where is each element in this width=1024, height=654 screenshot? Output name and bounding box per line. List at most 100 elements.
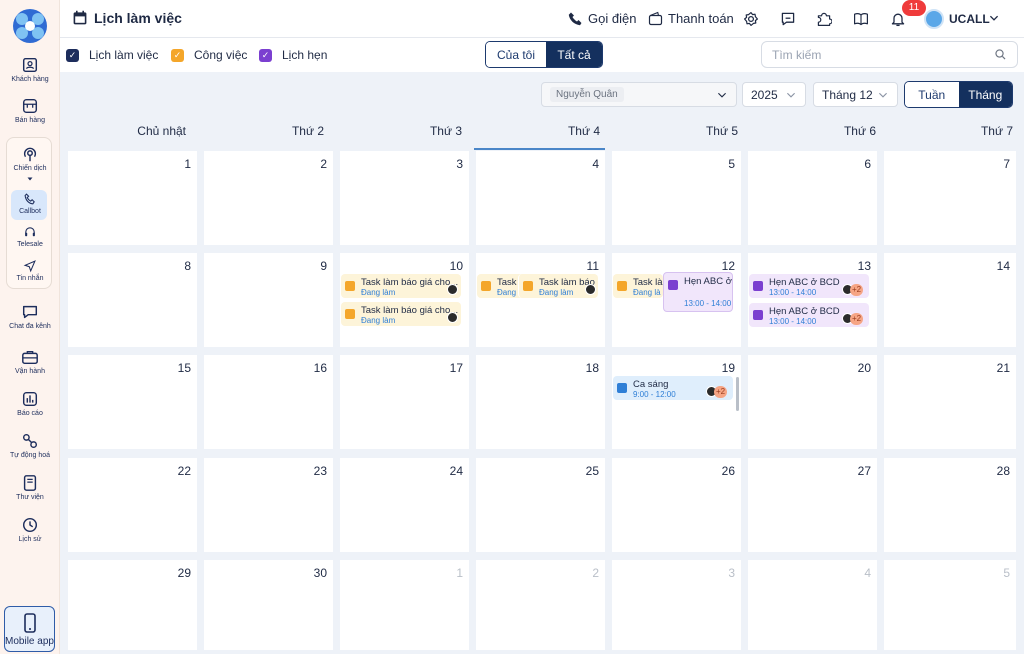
- day-cell[interactable]: 25: [476, 458, 605, 552]
- day-cell[interactable]: 8: [68, 253, 197, 347]
- mobile-app-button[interactable]: Mobile app: [4, 606, 55, 652]
- scope-all-button[interactable]: Tất cả: [546, 42, 602, 67]
- task-event[interactable]: Task làm báo giá cho... Đang làm: [341, 302, 461, 326]
- appointment-event[interactable]: Hẹn ABC ở BCD 13:00 - 14:00 +2: [749, 274, 869, 298]
- task-event[interactable]: Task làm báo giá cho... Đang làm: [341, 274, 461, 298]
- store-icon: [22, 98, 38, 114]
- task-icon: [523, 281, 533, 291]
- scope-mine-button[interactable]: Của tôi: [486, 42, 546, 67]
- caret-down-icon[interactable]: [25, 174, 35, 184]
- event-title: Task là: [633, 277, 663, 288]
- day-cell[interactable]: 23: [204, 458, 333, 552]
- day-cell[interactable]: 21: [884, 355, 1016, 449]
- day-number: 30: [313, 566, 327, 580]
- sidebar-item-automation[interactable]: Tự động hoá: [4, 432, 56, 459]
- day-cell[interactable]: 1: [68, 151, 197, 245]
- call-button[interactable]: Gọi điện: [568, 11, 636, 26]
- settings-icon[interactable]: [743, 11, 759, 27]
- day-cell[interactable]: 19: [612, 355, 741, 449]
- view-week-button[interactable]: Tuần: [905, 82, 959, 107]
- view-month-button[interactable]: Tháng: [958, 82, 1012, 107]
- day-cell[interactable]: 18: [476, 355, 605, 449]
- video-icon: [668, 280, 678, 290]
- sidebar-item-library[interactable]: Thư viện: [4, 474, 56, 501]
- extra-attendees-badge: +2: [850, 284, 864, 296]
- wallet-icon: [648, 11, 663, 26]
- filter-work-schedule[interactable]: ✓ Lịch làm việc: [66, 48, 158, 62]
- day-cell[interactable]: 9: [204, 253, 333, 347]
- day-cell[interactable]: 11: [476, 253, 605, 347]
- sidebar-item-customers[interactable]: Khách hàng: [4, 56, 56, 83]
- day-cell[interactable]: 6: [748, 151, 877, 245]
- day-cell[interactable]: 30: [204, 560, 333, 650]
- day-cell[interactable]: 26: [612, 458, 741, 552]
- day-cell[interactable]: 7: [884, 151, 1016, 245]
- day-cell[interactable]: 10: [340, 253, 469, 347]
- day-cell[interactable]: 4: [476, 151, 605, 245]
- checkbox-checked-icon[interactable]: ✓: [171, 48, 184, 62]
- day-cell[interactable]: 15: [68, 355, 197, 449]
- sidebar-item-operations[interactable]: Vận hành: [4, 348, 56, 375]
- sidebar-item-messages[interactable]: Tin nhắn: [4, 259, 56, 282]
- avatar[interactable]: [924, 9, 944, 29]
- day-number: 20: [857, 361, 871, 375]
- sidebar-item-reports[interactable]: Báo cáo: [4, 390, 56, 417]
- year-select[interactable]: 2025: [742, 82, 806, 107]
- day-number: 15: [177, 361, 191, 375]
- day-cell[interactable]: 4: [748, 560, 877, 650]
- day-cell[interactable]: 2: [204, 151, 333, 245]
- checkbox-checked-icon[interactable]: ✓: [66, 48, 79, 62]
- filter-tasks[interactable]: ✓ Công việc: [171, 48, 247, 62]
- cell-scrollbar[interactable]: [736, 377, 739, 411]
- event-status: Đang là: [633, 288, 661, 297]
- task-event[interactable]: Task là Đang là: [613, 274, 663, 298]
- appointment-event[interactable]: Hẹn ABC ở B 13:00 - 14:00: [663, 272, 733, 312]
- day-cell[interactable]: 28: [884, 458, 1016, 552]
- day-cell[interactable]: 2: [476, 560, 605, 650]
- book-icon[interactable]: [853, 11, 869, 27]
- day-cell[interactable]: 13: [748, 253, 877, 347]
- day-cell[interactable]: 3: [612, 560, 741, 650]
- sidebar-item-history[interactable]: Lịch sử: [4, 516, 56, 543]
- event-title: Task: [497, 277, 517, 288]
- day-number: 3: [728, 566, 735, 580]
- weekday-header: Thứ 4: [567, 124, 600, 138]
- sidebar-item-campaign[interactable]: Chiến dịch: [4, 145, 56, 184]
- day-cell[interactable]: 3: [340, 151, 469, 245]
- day-cell[interactable]: 5: [612, 151, 741, 245]
- appointment-event[interactable]: Hẹn ABC ở BCD 13:00 - 14:00 +2: [749, 303, 869, 327]
- shift-event[interactable]: Ca sáng 9:00 - 12:00 +2: [613, 376, 733, 400]
- contact-card-icon: [22, 57, 38, 73]
- day-cell[interactable]: 17: [340, 355, 469, 449]
- day-cell[interactable]: 16: [204, 355, 333, 449]
- ucall-logo-icon[interactable]: [12, 8, 48, 44]
- day-number: 6: [864, 157, 871, 171]
- filter-appointments[interactable]: ✓ Lịch hẹn: [259, 48, 327, 62]
- event-status: Đang làm: [361, 288, 396, 297]
- day-number: 14: [996, 259, 1010, 273]
- day-cell[interactable]: 1: [340, 560, 469, 650]
- message-icon[interactable]: [780, 11, 796, 27]
- sidebar-item-telesale[interactable]: Telesale: [4, 225, 56, 248]
- chevron-down-icon[interactable]: [988, 12, 1000, 24]
- day-cell[interactable]: 14: [884, 253, 1016, 347]
- day-cell[interactable]: 5: [884, 560, 1016, 650]
- puzzle-icon[interactable]: [816, 11, 832, 27]
- task-event[interactable]: Task làm báo g Đang làm: [518, 274, 598, 298]
- user-name[interactable]: UCALL: [949, 12, 990, 26]
- day-cell[interactable]: 22: [68, 458, 197, 552]
- sidebar-item-sales[interactable]: Bán hàng: [4, 97, 56, 124]
- top-bar: Lịch làm việc Gọi điện Thanh toán 11 UCA…: [60, 0, 1024, 38]
- payment-button[interactable]: Thanh toán: [648, 11, 734, 26]
- day-cell[interactable]: 27: [748, 458, 877, 552]
- day-cell[interactable]: 29: [68, 560, 197, 650]
- month-select[interactable]: Tháng 12: [813, 82, 898, 107]
- sidebar-item-callbot[interactable]: Callbot: [4, 192, 56, 215]
- day-cell[interactable]: 24: [340, 458, 469, 552]
- broadcast-icon: [23, 147, 37, 162]
- search-input[interactable]: Tìm kiếm: [761, 41, 1018, 68]
- sidebar-item-omnichannel[interactable]: Chat đa kênh: [4, 303, 56, 330]
- person-select[interactable]: Nguyễn Quân: [541, 82, 737, 107]
- checkbox-checked-icon[interactable]: ✓: [259, 48, 272, 62]
- day-cell[interactable]: 20: [748, 355, 877, 449]
